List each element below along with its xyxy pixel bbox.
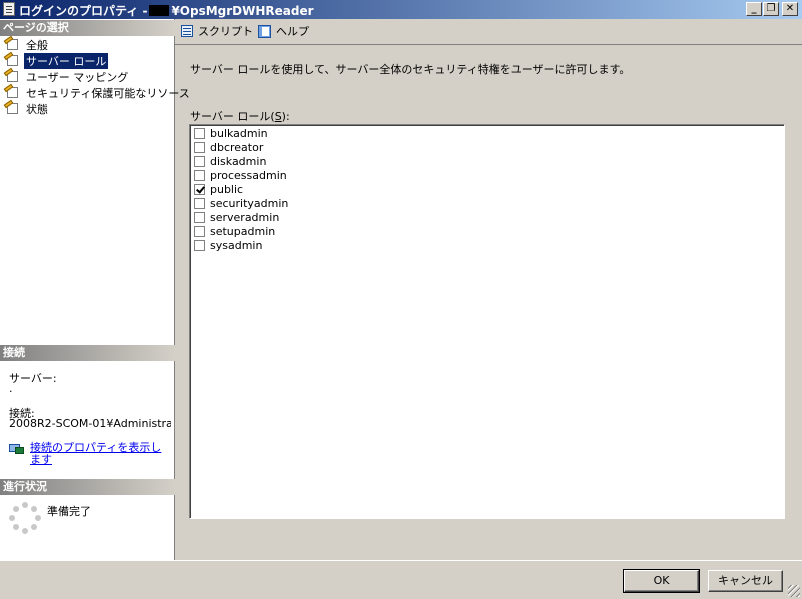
page-icon xyxy=(3,83,20,99)
role-row-serveradmin[interactable]: serveradmin xyxy=(194,210,279,224)
restore-button[interactable]: ❐ xyxy=(763,2,779,16)
role-checkbox[interactable] xyxy=(194,197,205,209)
server-roles-label: サーバー ロール(S): xyxy=(190,110,290,123)
view-connection-properties-link[interactable]: 接続のプロパティを表示します xyxy=(30,442,165,466)
ok-button[interactable]: OK xyxy=(623,569,700,593)
left-pane: ページの選択 全般 サーバー ロール ユーザー マッピング セキュリティ保護可能… xyxy=(0,19,190,560)
help-icon xyxy=(257,24,273,39)
role-checkbox[interactable] xyxy=(194,169,205,181)
role-row-setupadmin[interactable]: setupadmin xyxy=(194,224,275,238)
role-row-sysadmin[interactable]: sysadmin xyxy=(194,238,262,252)
title-bar: ログインのプロパティ - ¥OpsMgrDWHReader _ ❐ ✕ xyxy=(0,0,802,19)
script-icon xyxy=(179,24,195,39)
page-icon xyxy=(3,35,20,51)
progress-status: 準備完了 xyxy=(47,505,91,518)
page-item-server-roles[interactable]: サーバー ロール xyxy=(3,51,110,70)
page-item-general[interactable]: 全般 xyxy=(3,35,50,52)
role-row-diskadmin[interactable]: diskadmin xyxy=(194,154,266,168)
role-row-bulkadmin[interactable]: bulkadmin xyxy=(194,126,268,140)
button-bar: OK キャンセル xyxy=(0,560,802,599)
help-button[interactable]: ヘルプ xyxy=(257,23,309,39)
close-button[interactable]: ✕ xyxy=(782,2,798,16)
script-button[interactable]: スクリプト ▼ xyxy=(179,23,265,39)
cancel-button[interactable]: キャンセル xyxy=(708,570,783,592)
page-item-securables[interactable]: セキュリティ保護可能なリソース xyxy=(3,83,192,100)
page-description: サーバー ロールを使用して、サーバー全体のセキュリティ特権をユーザーに許可します… xyxy=(190,63,631,76)
role-checkbox[interactable] xyxy=(194,141,205,153)
role-row-securityadmin[interactable]: securityadmin xyxy=(194,196,288,210)
page-select-header: ページの選択 xyxy=(0,20,175,36)
app-icon xyxy=(3,2,15,16)
page-item-user-mapping[interactable]: ユーザー マッピング xyxy=(3,67,130,84)
page-icon xyxy=(3,51,20,67)
server-label: サーバー: xyxy=(9,372,57,385)
redacted-block xyxy=(149,5,170,16)
role-row-public[interactable]: public xyxy=(194,182,243,196)
role-checkbox[interactable] xyxy=(194,211,205,223)
minimize-button[interactable]: _ xyxy=(746,2,762,16)
role-checkbox[interactable] xyxy=(194,225,205,237)
role-checkbox[interactable] xyxy=(194,127,205,139)
page-icon xyxy=(3,99,20,115)
page-item-status[interactable]: 状態 xyxy=(3,99,50,116)
connection-header: 接続 xyxy=(0,345,175,361)
window-title-suffix: ¥OpsMgrDWHReader xyxy=(171,4,314,18)
resize-grip-icon[interactable] xyxy=(788,585,800,597)
role-checkbox[interactable] xyxy=(194,183,205,195)
toolbar: スクリプト ▼ ヘルプ xyxy=(175,19,802,45)
role-row-dbcreator[interactable]: dbcreator xyxy=(194,140,263,154)
connection-properties-icon xyxy=(9,442,25,456)
role-checkbox[interactable] xyxy=(194,239,205,251)
page-icon xyxy=(3,67,20,83)
progress-header: 進行状況 xyxy=(0,479,175,495)
role-checkbox[interactable] xyxy=(194,155,205,167)
server-value: . xyxy=(9,382,13,395)
window-title: ログインのプロパティ - ¥OpsMgrDWHReader xyxy=(19,2,314,19)
connection-value: 2008R2-SCOM-01¥Administrato xyxy=(9,417,171,430)
window-title-prefix: ログインのプロパティ - xyxy=(19,4,148,18)
role-row-processadmin[interactable]: processadmin xyxy=(194,168,287,182)
progress-spinner-icon xyxy=(9,502,41,534)
server-roles-list: bulkadmin dbcreator diskadmin processadm… xyxy=(189,124,785,519)
